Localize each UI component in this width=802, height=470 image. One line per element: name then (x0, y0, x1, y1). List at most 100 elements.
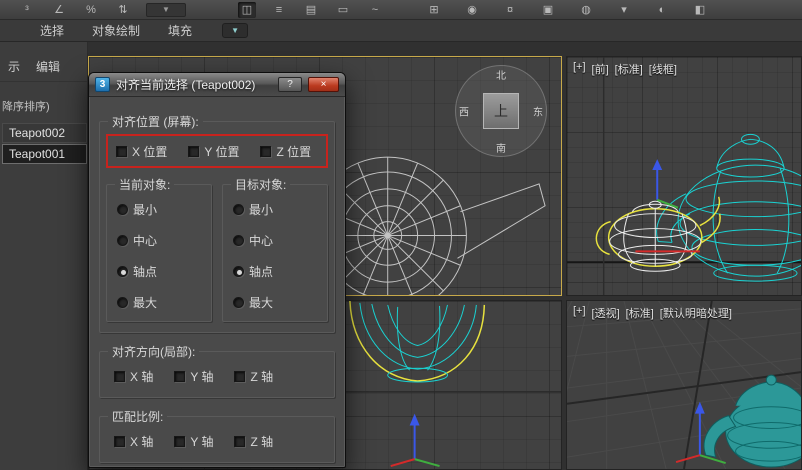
tab-object-paint[interactable]: 对象绘制 (78, 20, 154, 41)
radio-pivot-target[interactable]: 轴点 (233, 263, 321, 280)
radio-label: 最大 (249, 296, 274, 310)
checkbox-label: Y 轴 (190, 435, 214, 449)
match-scale-label: 匹配比例: (112, 410, 164, 424)
radio-circle (233, 235, 244, 246)
list-item-teapot002[interactable]: Teapot002 (2, 123, 87, 143)
checkbox-y-axis-orientation[interactable]: Y 轴 (174, 368, 213, 385)
dialog-titlebar[interactable]: 3 对齐当前选择 (Teapot002) ? × (89, 73, 345, 97)
align-orientation-group: 对齐方向(局部): X 轴 Y 轴 Z 轴 (99, 343, 335, 398)
checkbox-x-axis-scale[interactable]: X 轴 (114, 433, 153, 450)
viewport-standard-label[interactable]: [标准] (626, 305, 654, 321)
menu-edit[interactable]: 编辑 (36, 58, 60, 75)
viewport-front[interactable]: [+] [前] [标准] [线框] (566, 56, 802, 296)
snaps-toggle-icon[interactable]: ³ (18, 2, 36, 18)
3dsmax-window: ³ ∠ % ⇅ ▼ ◫ ≡ ▤ ▭ ~ ⊞ ◉ ¤ ▣ ◍ ▾ ◐ ◧ 选择 对… (0, 0, 802, 470)
checkbox-label: Z 位置 (276, 144, 312, 159)
checkbox-box (234, 371, 246, 382)
tab-select[interactable]: 选择 (26, 20, 78, 41)
viewport-name-label[interactable]: [前] (592, 61, 609, 77)
scale-checkbox-row: X 轴 Y 轴 Z 轴 (106, 429, 328, 452)
selection-set-dropdown[interactable]: ▼ (146, 3, 186, 17)
viewport-menu-plus[interactable]: [+] (573, 305, 586, 321)
viewport-shading-label[interactable]: [线框] (649, 61, 677, 77)
main-toolbar: ³ ∠ % ⇅ ▼ ◫ ≡ ▤ ▭ ~ ⊞ ◉ ¤ ▣ ◍ ▾ ◐ ◧ (0, 0, 802, 20)
spinner-snap-icon[interactable]: ⇅ (114, 2, 132, 18)
radio-circle-selected (117, 266, 128, 277)
annotation-highlight-box: X 位置 Y 位置 Z 位置 (106, 134, 328, 168)
radio-center-target[interactable]: 中心 (233, 232, 321, 249)
radio-label: 轴点 (133, 265, 158, 279)
viewport-standard-label[interactable]: [标准] (615, 61, 643, 77)
menu-display[interactable]: 示 (8, 58, 20, 75)
close-button[interactable]: × (308, 77, 339, 92)
checkbox-y-axis-scale[interactable]: Y 轴 (174, 433, 213, 450)
help-button[interactable]: ? (278, 77, 302, 92)
target-object-label: 目标对象: (235, 178, 287, 192)
radio-maximum-current[interactable]: 最大 (117, 294, 205, 311)
checkbox-x-axis-orientation[interactable]: X 轴 (114, 368, 153, 385)
align-dialog: 3 对齐当前选择 (Teapot002) ? × 对齐位置 (屏幕): X 位置… (88, 72, 346, 468)
perspective-view-canvas (567, 301, 801, 469)
checkbox-box (114, 371, 125, 382)
current-object-label: 当前对象: (119, 178, 171, 192)
ribbon-toggle-icon[interactable]: ▭ (334, 2, 352, 18)
tab-populate[interactable]: 填充 (154, 20, 206, 41)
current-object-options: 最小 中心 轴点 最大 (113, 195, 205, 311)
orientation-checkbox-row: X 轴 Y 轴 Z 轴 (106, 364, 328, 387)
compass-east-label[interactable]: 东 (533, 104, 543, 119)
populate-flyout-button[interactable]: ▼ (222, 23, 249, 38)
compass-south-label[interactable]: 南 (496, 140, 506, 155)
radio-minimum-current[interactable]: 最小 (117, 201, 205, 218)
radio-circle-selected (233, 266, 244, 277)
schematic-view-icon[interactable]: ⊞ (425, 2, 443, 18)
radio-minimum-target[interactable]: 最小 (233, 201, 321, 218)
render-flyout-icon[interactable]: ▾ (615, 2, 633, 18)
edit-toolbar-group: ◫ ≡ ▤ ▭ ~ (238, 1, 384, 19)
checkbox-z-axis-orientation[interactable]: Z 轴 (234, 368, 273, 385)
material-editor-icon[interactable]: ◉ (463, 2, 481, 18)
radio-circle (117, 204, 128, 215)
checkbox-y-position[interactable]: Y 位置 (188, 143, 239, 160)
checkbox-box (188, 145, 200, 157)
radio-pivot-current[interactable]: 轴点 (117, 263, 205, 280)
layer-manager-icon[interactable]: ▤ (302, 2, 320, 18)
curve-editor-icon[interactable]: ~ (366, 2, 384, 18)
render-toolbar-group: ⊞ ◉ ¤ ▣ ◍ ▾ ◐ ◧ (425, 1, 709, 19)
radio-maximum-target[interactable]: 最大 (233, 294, 321, 311)
compass-west-label[interactable]: 西 (459, 104, 469, 119)
angle-snap-icon[interactable]: ∠ (50, 2, 68, 18)
object-groups-row: 当前对象: 最小 中心 轴点 最大 目标对象: 最小 中心 轴点 最大 (106, 174, 328, 322)
checkbox-z-position[interactable]: Z 位置 (260, 143, 311, 160)
snap-toolbar-group: ³ ∠ % ⇅ ▼ (18, 1, 186, 19)
viewcube-compass[interactable]: 北 东 南 西 上 (455, 65, 547, 157)
radio-circle (117, 235, 128, 246)
target-object-options: 最小 中心 轴点 最大 (229, 195, 321, 311)
compass-north-label[interactable]: 北 (496, 67, 506, 82)
radio-label: 中心 (249, 234, 274, 248)
radio-center-current[interactable]: 中心 (117, 232, 205, 249)
render-setup-icon[interactable]: ¤ (501, 2, 519, 18)
checkbox-label: X 位置 (132, 144, 168, 159)
radio-label: 轴点 (249, 265, 274, 279)
preferences-icon[interactable]: ◧ (691, 2, 709, 18)
align-icon[interactable]: ≡ (270, 2, 288, 18)
explorer-menubar: 示 编辑 (0, 42, 87, 82)
checkbox-z-axis-scale[interactable]: Z 轴 (234, 433, 273, 450)
list-item-teapot001[interactable]: Teapot001 (2, 144, 87, 164)
rendered-frame-icon[interactable]: ▣ (539, 2, 557, 18)
checkbox-box (114, 436, 125, 447)
radio-circle (117, 297, 128, 308)
viewport-shading-label[interactable]: [默认明暗处理] (660, 305, 732, 321)
viewport-name-label[interactable]: [透视] (592, 305, 620, 321)
mirror-icon[interactable]: ◫ (238, 2, 256, 18)
viewport-menu-plus[interactable]: [+] (573, 61, 586, 77)
lighting-icon[interactable]: ◐ (653, 2, 671, 18)
viewport-perspective[interactable]: [+] [透视] [标准] [默认明暗处理] (566, 300, 802, 470)
render-icon[interactable]: ◍ (577, 2, 595, 18)
checkbox-box (174, 436, 186, 447)
checkbox-box (174, 371, 186, 382)
percent-snap-icon[interactable]: % (82, 2, 100, 18)
checkbox-x-position[interactable]: X 位置 (116, 143, 167, 160)
viewcube-top-face[interactable]: 上 (483, 93, 519, 129)
radio-label: 中心 (133, 234, 158, 248)
